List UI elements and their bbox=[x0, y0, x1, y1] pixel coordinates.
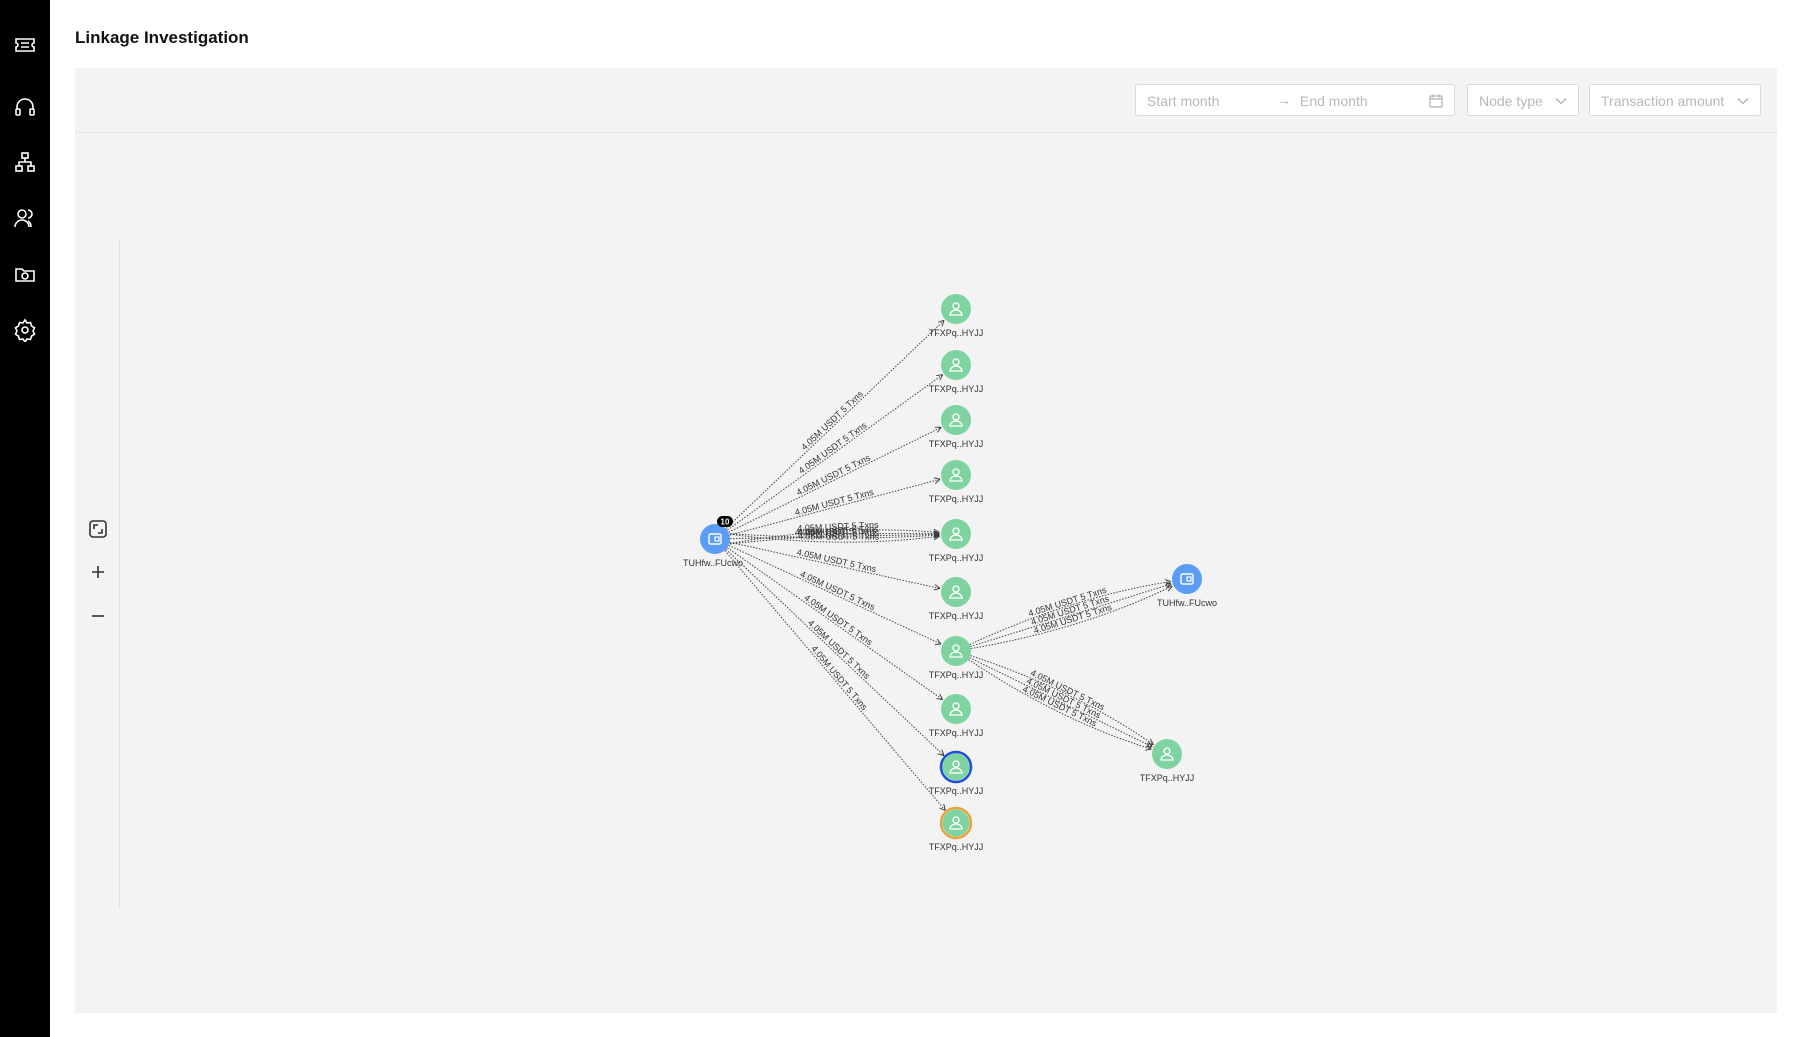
node-type-select[interactable]: Node type bbox=[1467, 84, 1579, 116]
node-label: TFXPq..HYJJ bbox=[929, 439, 984, 449]
node-label: TUHfw..FUcwo bbox=[1157, 598, 1217, 608]
graph-panel: Start month → End month Node type Transa… bbox=[75, 68, 1777, 1013]
node-label: TFXPq..HYJJ bbox=[929, 553, 984, 563]
range-arrow-icon: → bbox=[1277, 92, 1291, 108]
svg-text:10: 10 bbox=[721, 518, 730, 527]
graph-divider bbox=[119, 240, 120, 907]
wallet-icon bbox=[708, 533, 722, 545]
ticket-icon[interactable] bbox=[13, 33, 37, 57]
node-label: TFXPq..HYJJ bbox=[929, 384, 984, 394]
zoom-out-icon[interactable] bbox=[87, 605, 109, 627]
node-label: TFXPq..HYJJ bbox=[929, 670, 984, 680]
headset-icon[interactable] bbox=[13, 95, 37, 119]
node-label: TFXPq..HYJJ bbox=[929, 786, 984, 796]
month-range-picker[interactable]: Start month → End month bbox=[1135, 84, 1455, 116]
transaction-amount-select[interactable]: Transaction amount bbox=[1589, 84, 1761, 116]
camera-folder-icon[interactable] bbox=[13, 262, 37, 286]
users-icon[interactable] bbox=[13, 206, 37, 230]
node-label: TFXPq..HYJJ bbox=[1140, 773, 1195, 783]
node-type-placeholder: Node type bbox=[1479, 93, 1543, 109]
wallet-icon bbox=[1180, 573, 1194, 585]
page-title: Linkage Investigation bbox=[75, 28, 249, 47]
fit-view-icon[interactable] bbox=[87, 518, 109, 540]
transaction-amount-placeholder: Transaction amount bbox=[1601, 93, 1725, 109]
node-label: TFXPq..HYJJ bbox=[929, 328, 984, 338]
chevron-down-icon bbox=[1555, 98, 1567, 105]
side-nav bbox=[0, 0, 50, 1037]
hierarchy-icon[interactable] bbox=[13, 150, 37, 174]
node-label: TFXPq..HYJJ bbox=[929, 494, 984, 504]
chevron-down-icon bbox=[1737, 98, 1749, 105]
calendar-icon bbox=[1429, 94, 1443, 108]
node-count-badge: 10 bbox=[717, 516, 733, 527]
node-label: TUHfw..FUcwo bbox=[683, 558, 743, 568]
node-label: TFXPq..HYJJ bbox=[929, 611, 984, 621]
zoom-in-icon[interactable] bbox=[87, 561, 109, 583]
start-month-input[interactable]: Start month bbox=[1147, 93, 1219, 109]
node-label: TFXPq..HYJJ bbox=[929, 842, 984, 852]
node-label: TFXPq..HYJJ bbox=[929, 728, 984, 738]
end-month-input[interactable]: End month bbox=[1300, 93, 1368, 109]
filter-toolbar: Start month → End month Node type Transa… bbox=[75, 68, 1777, 133]
gear-icon[interactable] bbox=[13, 318, 37, 342]
